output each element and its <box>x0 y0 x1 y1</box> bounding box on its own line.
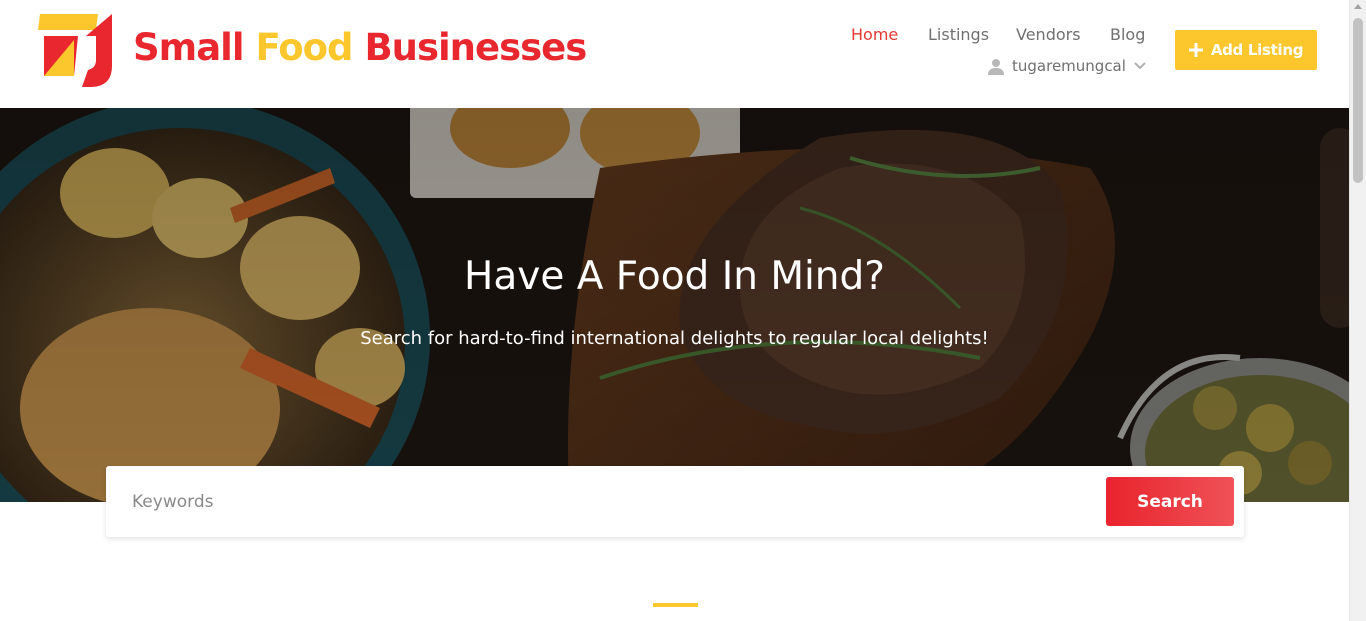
search-bar: Search <box>106 466 1244 537</box>
nav-item-home[interactable]: Home <box>851 24 898 46</box>
hero-title: Have A Food In Mind? <box>464 254 885 299</box>
nav-item-vendors[interactable]: Vendors <box>1016 24 1081 46</box>
logo-icon[interactable] <box>34 10 114 88</box>
chevron-down-icon <box>1134 62 1146 70</box>
keywords-input[interactable] <box>120 478 1100 526</box>
user-icon <box>988 58 1004 75</box>
hero-banner: Have A Food In Mind? Search for hard-to-… <box>0 108 1349 502</box>
add-listing-label: Add Listing <box>1210 41 1304 59</box>
nav-item-blog[interactable]: Blog <box>1110 24 1145 46</box>
site-header: Small Food Businesses Home Listings Vend… <box>0 0 1349 108</box>
section-divider <box>653 603 698 607</box>
main-nav: Home Listings Vendors Blog <box>0 24 1349 46</box>
user-menu[interactable]: tugaremungcal <box>988 55 1146 77</box>
scroll-up-arrow-icon[interactable] <box>1354 4 1362 9</box>
user-name: tugaremungcal <box>1012 57 1126 75</box>
nav-item-listings[interactable]: Listings <box>928 24 989 46</box>
plus-icon <box>1188 43 1203 57</box>
hero-subtitle: Search for hard-to-find international de… <box>360 328 989 349</box>
page-scrollbar[interactable] <box>1349 0 1366 621</box>
add-listing-button[interactable]: Add Listing <box>1175 30 1317 70</box>
page: Small Food Businesses Home Listings Vend… <box>0 0 1349 621</box>
search-button[interactable]: Search <box>1106 477 1234 526</box>
scrollbar-thumb[interactable] <box>1353 18 1363 183</box>
hero-food-image <box>0 108 1349 502</box>
